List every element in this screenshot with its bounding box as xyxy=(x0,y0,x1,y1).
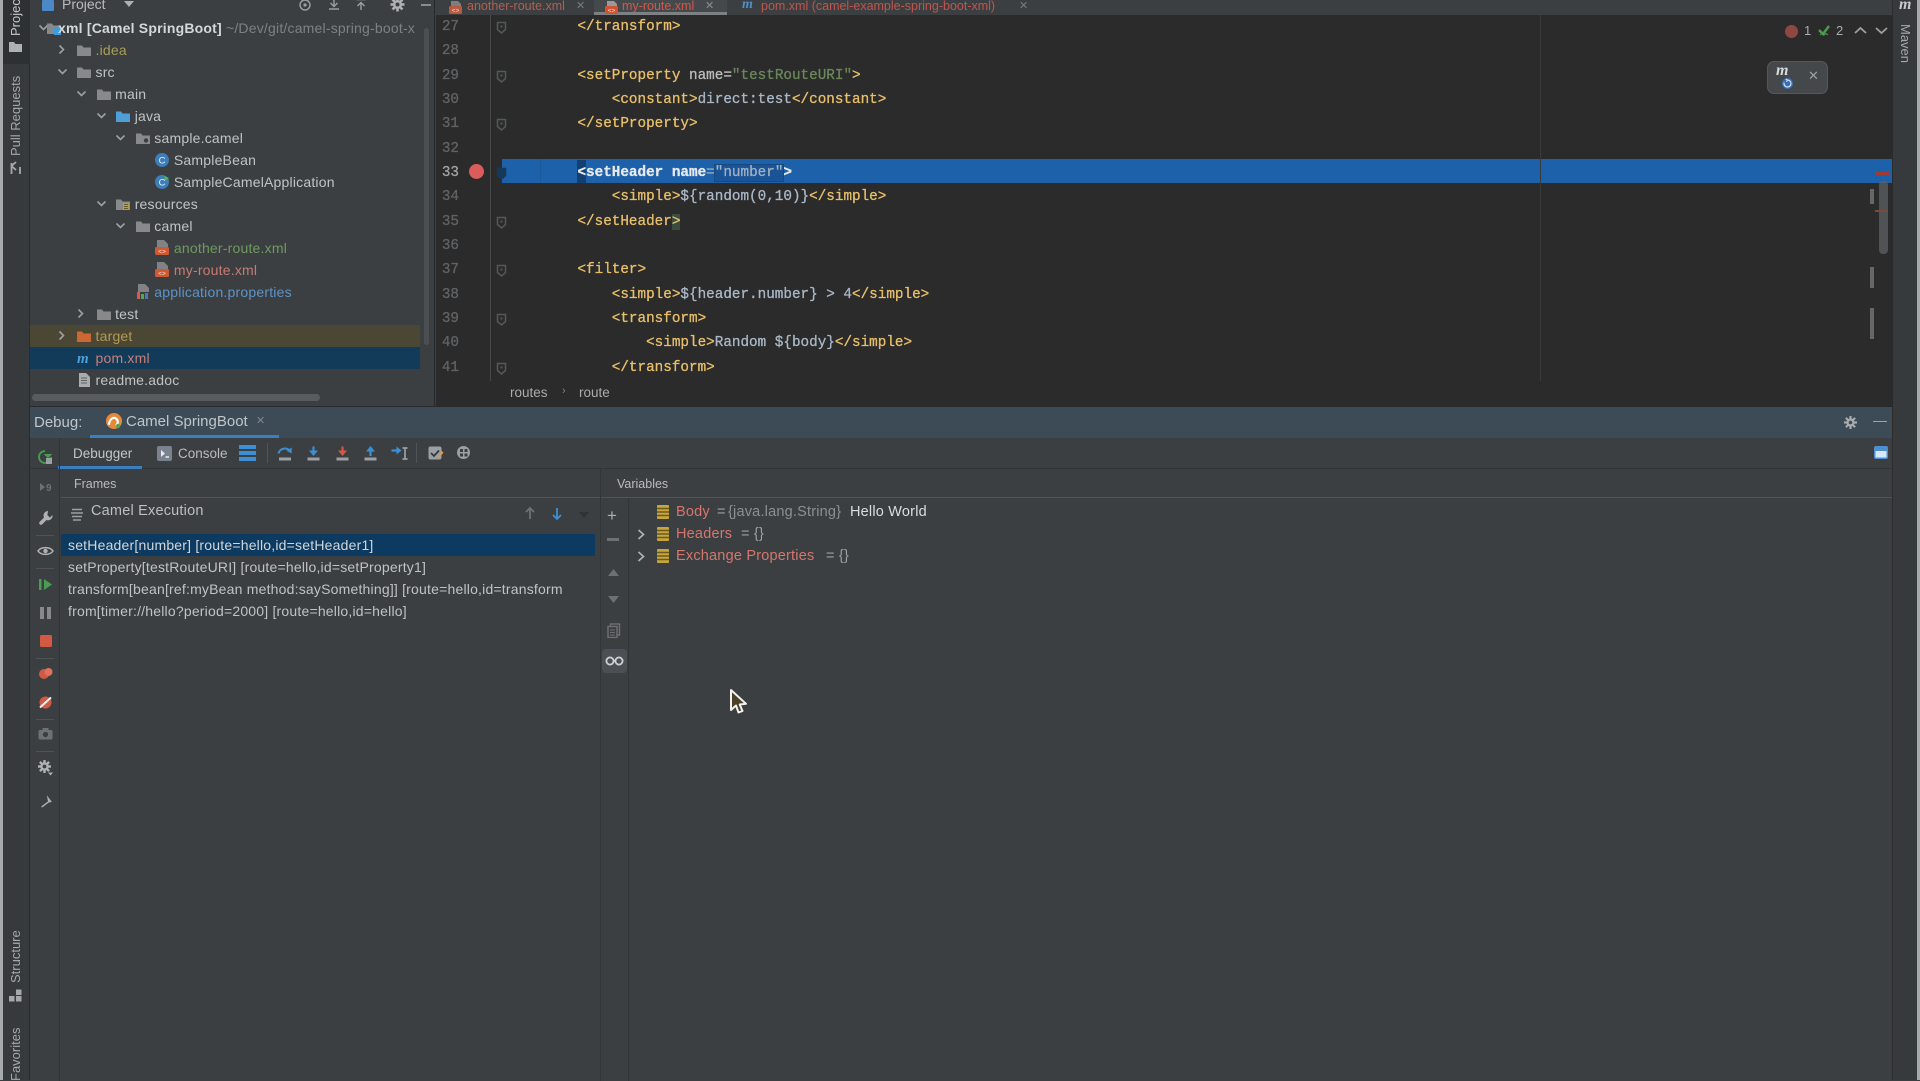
svg-text:<>: <> xyxy=(608,8,616,15)
svg-text:m: m xyxy=(77,351,89,366)
svg-text:C: C xyxy=(159,156,166,167)
svg-text:C: C xyxy=(159,178,166,189)
svg-text:9: 9 xyxy=(46,483,52,494)
svg-text:<>: <> xyxy=(158,249,166,256)
svg-text:<>: <> xyxy=(452,8,460,15)
svg-text:<>: <> xyxy=(158,271,166,278)
